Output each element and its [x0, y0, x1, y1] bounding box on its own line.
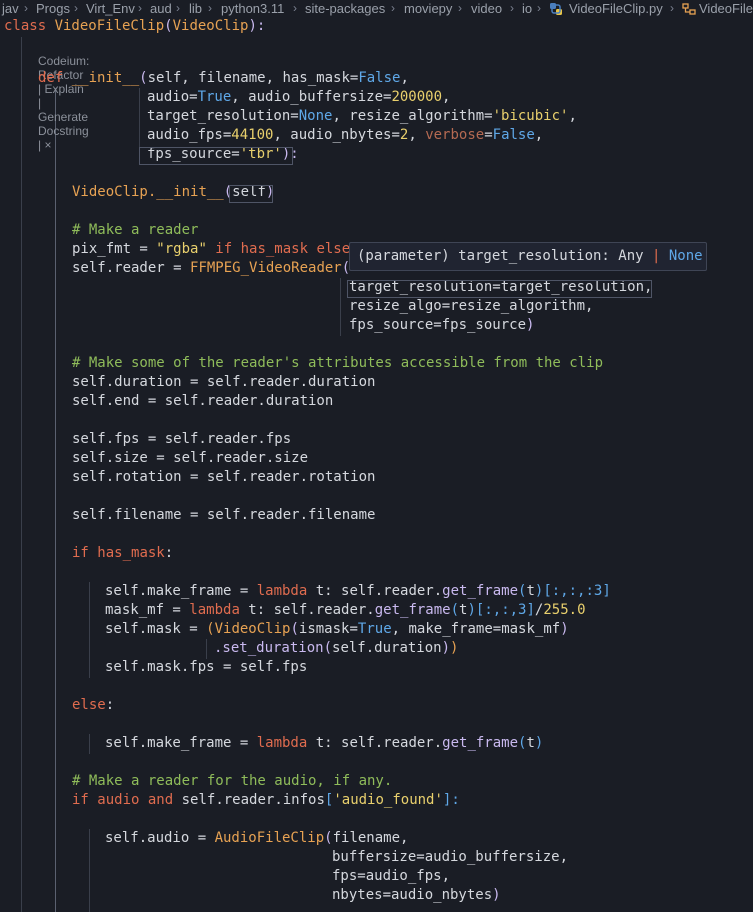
code-comment: # Make a reader — [72, 222, 199, 238]
chevron-right-icon: › — [293, 1, 297, 15]
code-comment: # Make a reader for the audio, if any. — [72, 773, 393, 789]
code-line: nbytes=audio_nbytes) — [332, 887, 501, 903]
code-line: target_resolution=None, resize_algorithm… — [147, 108, 577, 124]
code-line: self.mask.fps = self.fps — [105, 659, 308, 675]
chevron-right-icon: › — [74, 1, 78, 15]
code-line: audio_fps=44100, audio_nbytes=2, verbose… — [147, 127, 544, 143]
breadcrumb-item[interactable]: io — [522, 0, 532, 17]
chevron-right-icon: › — [670, 1, 674, 15]
code-line: self.make_frame = lambda t: self.reader.… — [105, 735, 544, 751]
code-line: self.size = self.reader.size — [72, 450, 309, 466]
code-line: self.make_frame = lambda t: self.reader.… — [105, 583, 611, 599]
chevron-right-icon: › — [458, 1, 462, 15]
code-line: resize_algo=resize_algorithm, — [349, 298, 594, 314]
code-line: if has_mask: — [72, 545, 174, 561]
code-comment: # Make some of the reader's attributes a… — [72, 355, 604, 371]
chevron-right-icon: › — [510, 1, 514, 15]
code-line: mask_mf = lambda t: self.reader.get_fram… — [105, 602, 586, 618]
code-line: self.duration = self.reader.duration — [72, 374, 376, 390]
chevron-right-icon: › — [208, 1, 212, 15]
chevron-right-icon: › — [24, 1, 28, 15]
python-file-icon — [549, 0, 565, 17]
code-line: self.rotation = self.reader.rotation — [72, 469, 376, 485]
code-line: fps=audio_fps, — [332, 868, 451, 884]
breadcrumb-item[interactable]: aud — [150, 0, 172, 17]
parameter-hover-tooltip: (parameter) target_resolution: Any | Non… — [349, 242, 707, 271]
code-line: else: — [72, 697, 115, 713]
breadcrumb-item[interactable]: moviepy — [404, 0, 452, 17]
breadcrumb-item[interactable]: Virt_Env — [86, 0, 135, 17]
breadcrumb-item[interactable]: site-packages — [305, 0, 385, 17]
code-line: self.fps = self.reader.fps — [72, 431, 292, 447]
chevron-right-icon: › — [138, 1, 142, 15]
code-line: audio=True, audio_buffersize=200000, — [147, 89, 451, 105]
code-line: self.reader = FFMPEG_VideoReader( — [72, 260, 351, 276]
code-line: buffersize=audio_buffersize, — [332, 849, 569, 865]
code-line: pix_fmt = "rgba" if has_mask else — [72, 241, 351, 257]
breadcrumb-item[interactable]: python3.11 — [221, 0, 284, 17]
code-line: .set_duration(self.duration)) — [214, 640, 459, 656]
word-highlight — [229, 185, 273, 203]
code-line: if audio and self.reader.infos['audio_fo… — [72, 792, 460, 808]
code-line: self.mask = (VideoClip(ismask=True, make… — [105, 621, 569, 637]
chevron-right-icon: › — [176, 1, 180, 15]
selection-highlight — [139, 147, 293, 165]
breadcrumb-file[interactable]: VideoFileClip.py — [569, 0, 663, 17]
code-line: self.end = self.reader.duration — [72, 393, 334, 409]
sticky-scroll-header[interactable]: class VideoFileClip(VideoClip): — [0, 17, 753, 37]
chevron-right-icon: › — [391, 1, 395, 15]
breadcrumb: jav › Progs › Virt_Env › aud › lib › pyt… — [0, 0, 753, 17]
word-highlight — [347, 280, 652, 298]
breadcrumb-item[interactable]: Progs — [36, 0, 70, 17]
breadcrumb-item[interactable]: lib — [189, 0, 202, 17]
code-line: fps_source=fps_source) — [349, 317, 535, 333]
code-line: self.filename = self.reader.filename — [72, 507, 376, 523]
breadcrumb-item[interactable]: jav — [2, 0, 19, 17]
breadcrumb-item[interactable]: video — [471, 0, 502, 17]
breadcrumb-symbol[interactable]: VideoFile — [699, 0, 753, 17]
code-line: self.audio = AudioFileClip(filename, — [105, 830, 409, 846]
chevron-right-icon: › — [537, 1, 541, 15]
class-symbol-icon — [682, 0, 696, 17]
code-line: class VideoFileClip(VideoClip): — [4, 18, 266, 34]
code-line: def __init__(self, filename, has_mask=Fa… — [38, 70, 409, 86]
